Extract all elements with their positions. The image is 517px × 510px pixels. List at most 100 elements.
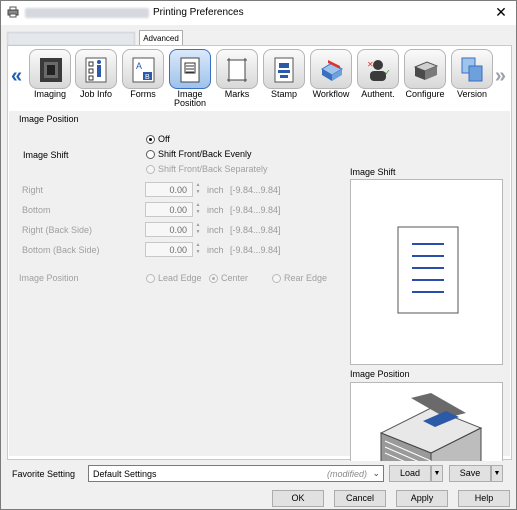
load-dropdown-icon[interactable]: ▼ xyxy=(431,465,443,482)
favorite-setting-label: Favorite Setting xyxy=(12,469,76,479)
toolbar-marks[interactable]: Marks xyxy=(214,49,260,99)
page-preview-icon xyxy=(397,226,459,314)
right-back-spin-icon[interactable]: ▲ ▼ xyxy=(194,222,202,237)
shift-evenly-label[interactable]: Shift Front/Back Evenly xyxy=(158,149,252,159)
ok-button[interactable]: OK xyxy=(272,490,324,507)
save-button[interactable]: Save xyxy=(449,465,491,482)
favorite-setting-state: (modified) xyxy=(326,469,367,479)
toolbar-label-image-position: Image Position xyxy=(173,89,207,108)
toolbar-version[interactable]: Version xyxy=(449,49,495,99)
right-back-label: Right (Back Side) xyxy=(22,225,93,235)
bottom-back-unit: inch xyxy=(207,245,224,255)
toolbar-imaging[interactable]: Imaging xyxy=(27,49,73,99)
toolbar-forms[interactable]: AB Forms xyxy=(120,49,166,99)
save-dropdown-icon[interactable]: ▼ xyxy=(491,465,503,482)
toolbar-label-authentication: Authent. xyxy=(361,89,395,99)
bottom-value: 0.00 xyxy=(169,205,187,215)
rear-edge-radio[interactable] xyxy=(272,274,281,283)
center-radio[interactable] xyxy=(209,274,218,283)
shift-separately-label[interactable]: Shift Front/Back Separately xyxy=(158,164,268,174)
configure-icon xyxy=(414,61,438,80)
title-bar: Printing Preferences ✕ xyxy=(1,1,516,25)
printing-preferences-window: Printing Preferences ✕ Advanced « Imagin… xyxy=(0,0,517,510)
workflow-icon xyxy=(321,60,343,81)
imaging-icon xyxy=(40,58,62,82)
toolbar-job-info[interactable]: Job Info xyxy=(73,49,119,99)
advanced-panel: « Imaging Job Info AB Forms Image Positi… xyxy=(7,45,512,498)
bottom-back-input[interactable]: 0.00 xyxy=(145,242,193,257)
bottom-label: Bottom xyxy=(22,205,51,215)
tab-advanced[interactable]: Advanced xyxy=(139,30,183,46)
image-position-preview-title: Image Position xyxy=(350,369,410,379)
authentication-icon: ✕✓ xyxy=(367,60,391,81)
scroll-right-icon[interactable]: » xyxy=(495,65,506,88)
toolbar-workflow[interactable]: Workflow xyxy=(308,49,354,99)
image-shift-label: Image Shift xyxy=(23,150,69,160)
marks-icon xyxy=(227,58,247,82)
toolbar-authentication[interactable]: ✕ ✓ Authent. xyxy=(355,49,401,99)
category-toolbar: « Imaging Job Info AB Forms Image Positi… xyxy=(9,47,510,109)
chevron-down-icon[interactable]: ⌄ xyxy=(372,468,380,479)
image-shift-preview xyxy=(350,179,503,365)
job-info-icon xyxy=(85,57,107,83)
cancel-button[interactable]: Cancel xyxy=(334,490,386,507)
toolbar-label-forms: Forms xyxy=(130,89,156,99)
right-range: [-9.84...9.84] xyxy=(230,185,281,195)
favorite-setting-value: Default Settings xyxy=(93,469,157,479)
scroll-left-icon[interactable]: « xyxy=(11,65,22,88)
toolbar-stamp[interactable]: Stamp xyxy=(261,49,307,99)
lead-edge-radio[interactable] xyxy=(146,274,155,283)
right-back-input[interactable]: 0.00 xyxy=(145,222,193,237)
shift-separately-radio[interactable] xyxy=(146,165,155,174)
stamp-icon xyxy=(274,57,294,83)
help-button[interactable]: Help xyxy=(458,490,510,507)
shift-off-label[interactable]: Off xyxy=(158,134,170,144)
image-shift-preview-title: Image Shift xyxy=(350,167,396,177)
right-back-unit: inch xyxy=(207,225,224,235)
image-position-content: Image Position Image Shift Off Shift Fro… xyxy=(9,111,510,498)
bottom-back-label: Bottom (Back Side) xyxy=(22,245,100,255)
position-label: Image Position xyxy=(19,273,79,283)
bottom-unit: inch xyxy=(207,205,224,215)
image-position-group-title: Image Position xyxy=(19,114,79,124)
load-button[interactable]: Load xyxy=(389,465,431,482)
toolbar-label-version: Version xyxy=(456,89,488,99)
svg-text:✓: ✓ xyxy=(384,68,391,77)
printer-icon xyxy=(7,6,19,18)
tab-blurred[interactable] xyxy=(7,32,135,46)
bottom-back-range: [-9.84...9.84] xyxy=(230,245,281,255)
right-input[interactable]: 0.00 xyxy=(145,182,193,197)
bottom-spin-icon[interactable]: ▲ ▼ xyxy=(194,202,202,217)
shift-evenly-radio[interactable] xyxy=(146,150,155,159)
close-button[interactable]: ✕ xyxy=(494,5,508,19)
blurred-printer-name xyxy=(25,8,149,18)
center-label[interactable]: Center xyxy=(221,273,248,283)
right-label: Right xyxy=(22,185,44,195)
right-back-range: [-9.84...9.84] xyxy=(230,225,281,235)
toolbar-configure[interactable]: Configure xyxy=(402,49,448,99)
apply-button[interactable]: Apply xyxy=(396,490,448,507)
bottom-input[interactable]: 0.00 xyxy=(145,202,193,217)
image-position-group: Image Position Image Shift Off Shift Fro… xyxy=(9,111,343,311)
image-position-icon xyxy=(180,57,200,83)
lead-edge-label[interactable]: Lead Edge xyxy=(158,273,202,283)
toolbar-image-position[interactable]: Image Position xyxy=(167,49,213,108)
toolbar-label-imaging: Imaging xyxy=(33,89,67,99)
shift-off-radio[interactable] xyxy=(146,135,155,144)
bottom-back-value: 0.00 xyxy=(169,245,187,255)
window-title: Printing Preferences xyxy=(153,7,244,18)
rear-edge-label[interactable]: Rear Edge xyxy=(284,273,327,283)
right-unit: inch xyxy=(207,185,224,195)
bottom-back-spin-icon[interactable]: ▲ ▼ xyxy=(194,242,202,257)
toolbar-label-marks: Marks xyxy=(224,89,250,99)
svg-text:A: A xyxy=(136,61,142,71)
right-back-value: 0.00 xyxy=(169,225,187,235)
bottom-range: [-9.84...9.84] xyxy=(230,205,281,215)
right-spin-icon[interactable]: ▲ ▼ xyxy=(194,182,202,197)
toolbar-label-workflow: Workflow xyxy=(312,89,350,99)
svg-text:✕: ✕ xyxy=(367,60,374,69)
version-icon xyxy=(461,57,483,82)
favorite-setting-combo[interactable]: Default Settings (modified) ⌄ xyxy=(88,465,384,482)
svg-text:B: B xyxy=(145,74,150,81)
toolbar-label-job-info: Job Info xyxy=(79,89,113,99)
